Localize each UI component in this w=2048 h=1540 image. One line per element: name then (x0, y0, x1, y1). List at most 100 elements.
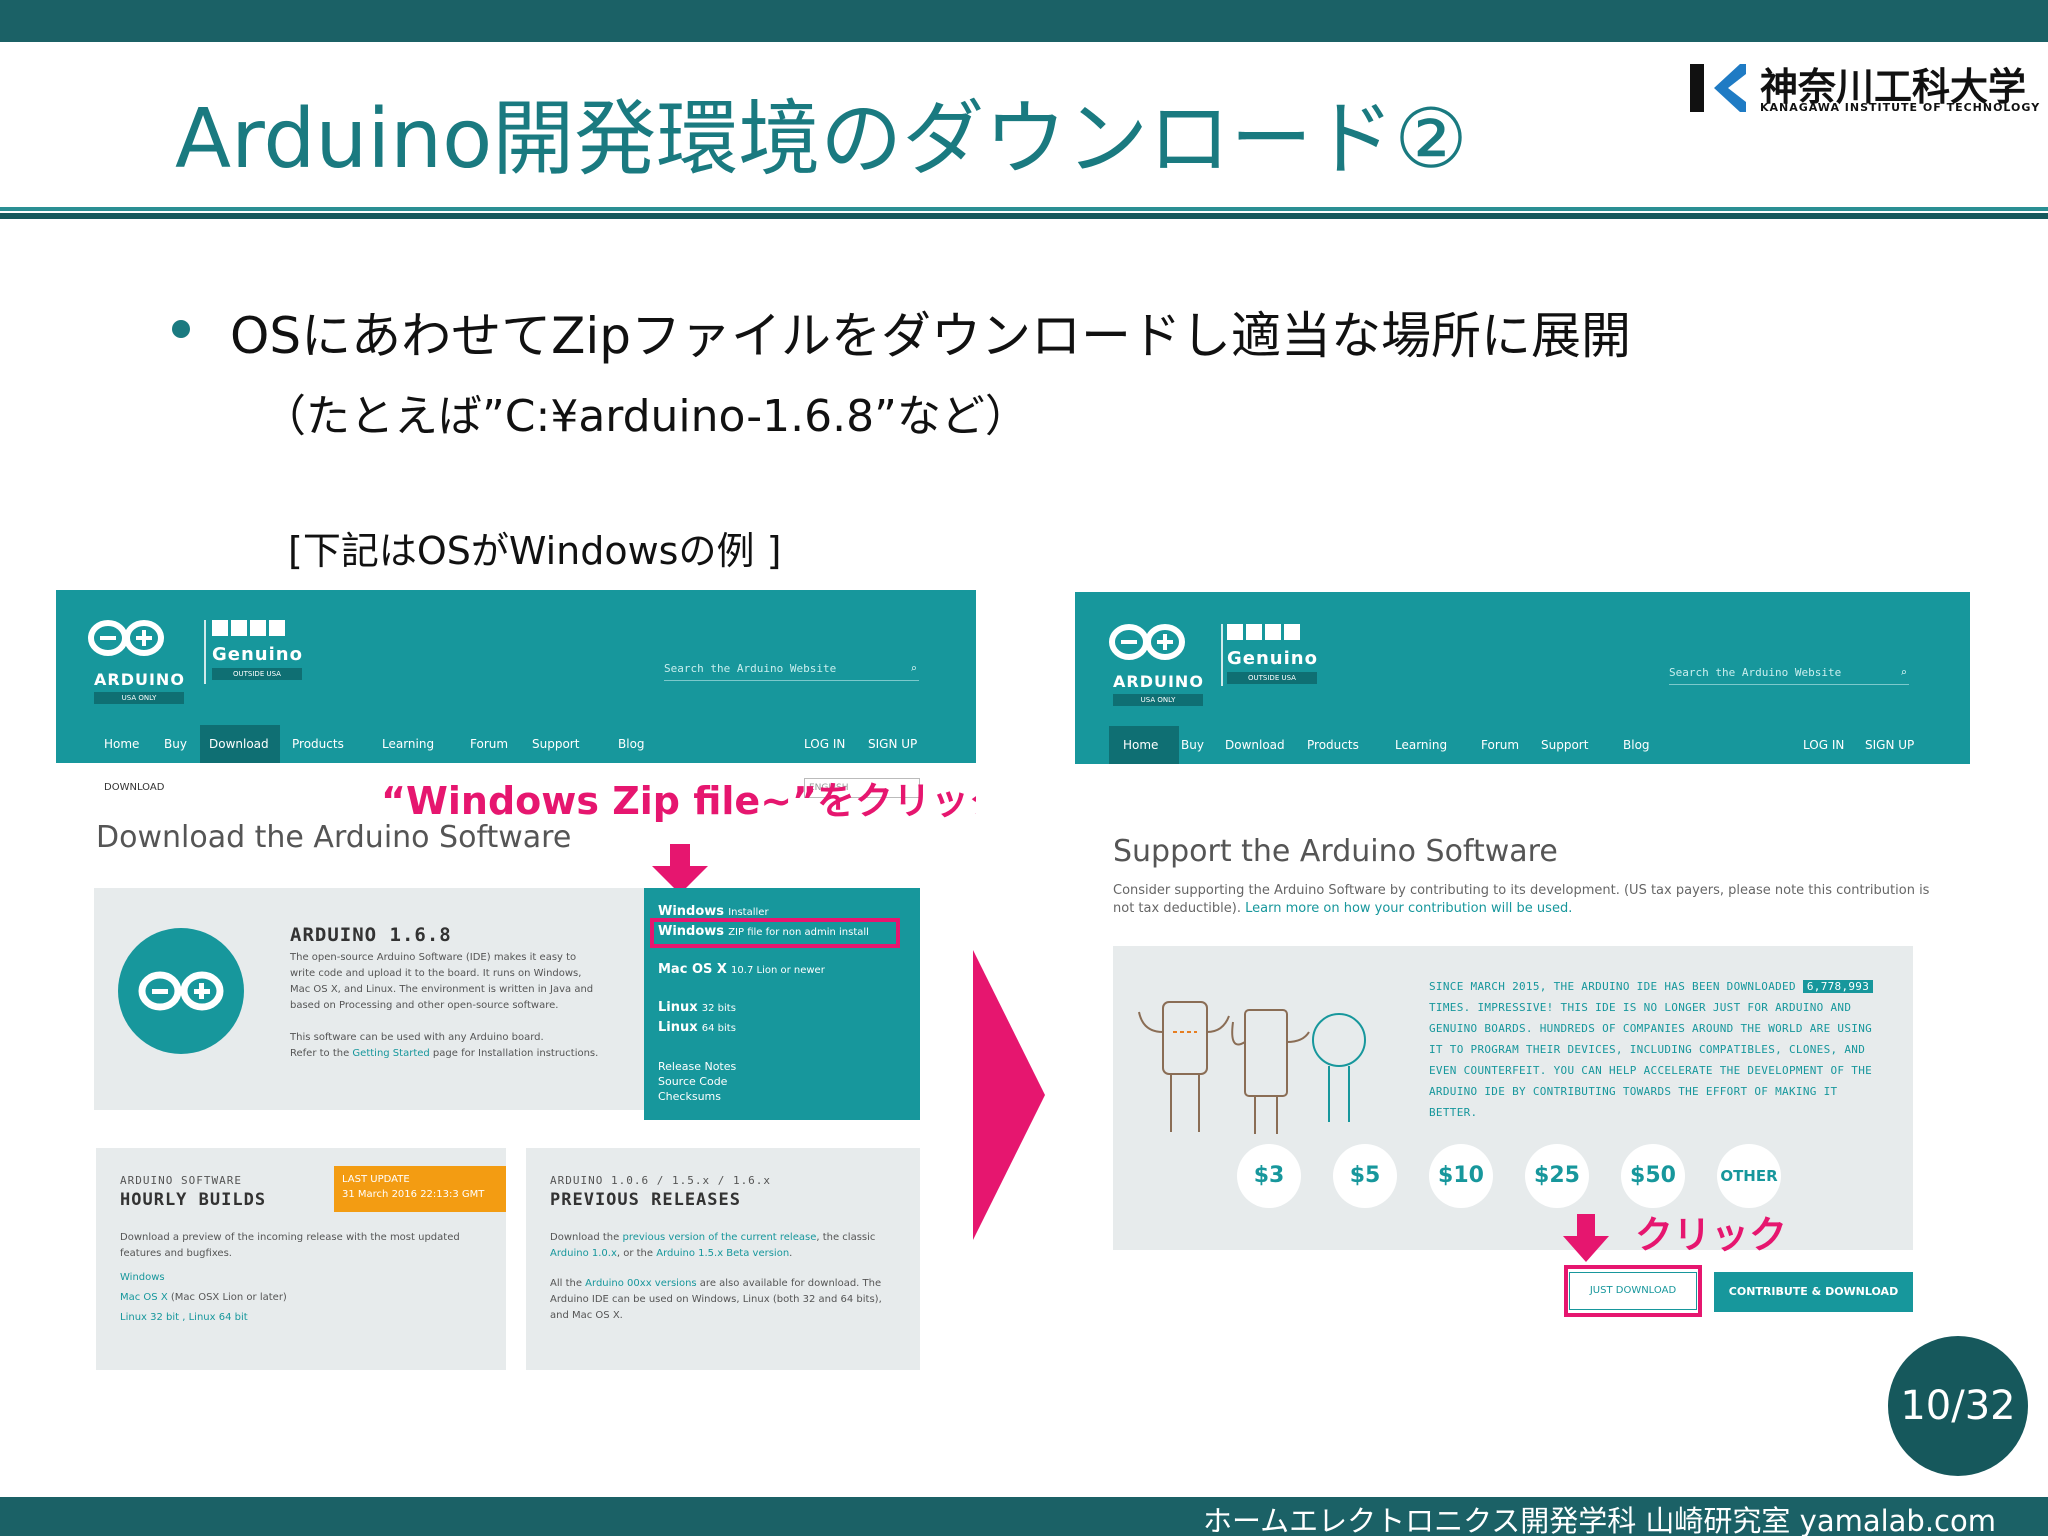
example-caption: [下記はOSがWindowsの例 ] (288, 529, 782, 573)
donate-50-button[interactable]: $50 (1621, 1144, 1685, 1208)
download-stats-text: SINCE MARCH 2015, THE ARDUINO IDE HAS BE… (1429, 976, 1889, 1123)
refer-text: Refer to the (290, 1048, 353, 1059)
arduino-15x-link[interactable]: Arduino 1.5.x Beta version (656, 1248, 789, 1259)
nav-forum[interactable]: Forum (470, 737, 508, 751)
arduino-10x-link[interactable]: Arduino 1.0.x (550, 1248, 617, 1259)
login-link[interactable]: LOG IN (804, 737, 845, 751)
footer-text: ホームエレクトロニクス開発学科 山崎研究室 yamalab.com (1202, 1504, 1996, 1538)
contribution-info-link[interactable]: Learn more on how your contribution will… (1245, 901, 1572, 916)
linux64-link[interactable]: Linux 64 bits (658, 1020, 736, 1035)
bullet-text: OSにあわせてZipファイルをダウンロードし適当な場所に展開 (230, 307, 1631, 365)
signup-link[interactable]: SIGN UP (868, 737, 917, 751)
bullet-dot (172, 320, 190, 338)
stats-text-b: TIMES. IMPRESSIVE! THIS IDE IS NO LONGER… (1429, 1001, 1873, 1119)
page-heading: Download the Arduino Software (96, 820, 572, 855)
boards-illustration-icon (1138, 1001, 1366, 1134)
hourly-description: Download a preview of the incoming relea… (120, 1232, 460, 1259)
search-input[interactable]: Search the Arduino Website ⌕ (664, 658, 919, 681)
version-title: ARDUINO 1.6.8 (290, 924, 452, 946)
nav-buy[interactable]: Buy (164, 737, 187, 751)
genuino-brand: Genuino (212, 644, 303, 665)
last-update-label: LAST UPDATE (342, 1174, 410, 1185)
nav-home[interactable]: Home (1123, 738, 1158, 752)
arduino-logo-icon (1109, 624, 1185, 660)
nav-learning[interactable]: Learning (1395, 738, 1447, 752)
support-heading: Support the Arduino Software (1113, 834, 1558, 869)
release-notes-link[interactable]: Release Notes (658, 1060, 736, 1073)
title-divider (0, 207, 2048, 211)
nav-home[interactable]: Home (104, 737, 139, 751)
donation-box: SINCE MARCH 2015, THE ARDUINO IDE HAS BE… (1113, 946, 1913, 1250)
search-input[interactable]: Search the Arduino Website ⌕ (1669, 662, 1909, 685)
last-update-badge: LAST UPDATE 31 March 2016 22:13:3 GMT (334, 1166, 506, 1212)
download-page-screenshot: ARDUINO USA ONLY Genuino OUTSIDE USA Sea… (56, 590, 976, 1390)
last-update-value: 31 March 2016 22:13:3 GMT (342, 1189, 485, 1200)
hourly-mac-link[interactable]: Mac OS X (Mac OSX Lion or later) (120, 1290, 287, 1306)
genuino-brand-sub: OUTSIDE USA (1227, 672, 1317, 684)
slide-title: Arduino開発環境のダウンロード② (175, 92, 1468, 187)
arduino-00xx-link[interactable]: Arduino 00xx versions (585, 1278, 696, 1289)
search-placeholder: Search the Arduino Website (664, 662, 837, 675)
nav-download[interactable]: Download (209, 737, 269, 751)
arduino-logo-icon (88, 620, 164, 656)
mac-link[interactable]: Mac OS X 10.7 Lion or newer (658, 962, 825, 977)
signup-link[interactable]: SIGN UP (1865, 738, 1914, 752)
nav-buy[interactable]: Buy (1181, 738, 1204, 752)
version-description: The open-source Arduino Software (IDE) m… (290, 952, 594, 1011)
main-nav: Home Buy Download Products Learning Foru… (1075, 726, 1970, 764)
donate-10-button[interactable]: $10 (1429, 1144, 1493, 1208)
logo-english: KANAGAWA INSTITUTE OF TECHNOLOGY (1760, 101, 2041, 114)
previous-title: PREVIOUS RELEASES (550, 1190, 741, 1210)
hourly-kicker: ARDUINO SOFTWARE (120, 1174, 242, 1187)
support-page-screenshot: ARDUINO USA ONLY Genuino OUTSIDE USA Sea… (1075, 592, 1970, 1322)
download-count: 6,778,993 (1802, 980, 1874, 993)
stats-text-a: SINCE MARCH 2015, THE ARDUINO IDE HAS BE… (1429, 980, 1796, 993)
arduino-header: ARDUINO USA ONLY Genuino OUTSIDE USA Sea… (56, 590, 976, 763)
hourly-windows-link[interactable]: Windows (120, 1270, 165, 1286)
hourly-linux-link[interactable]: Linux 32 bit , Linux 64 bit (120, 1310, 248, 1326)
arduino-header-right: ARDUINO USA ONLY Genuino OUTSIDE USA Sea… (1075, 592, 1970, 764)
windows-installer-link[interactable]: Windows Installer (658, 904, 769, 919)
nav-learning[interactable]: Learning (382, 737, 434, 751)
donate-3-button[interactable]: $3 (1237, 1144, 1301, 1208)
search-icon: ⌕ (910, 662, 917, 675)
search-icon: ⌕ (1900, 666, 1907, 679)
nav-forum[interactable]: Forum (1481, 738, 1519, 752)
checksums-link[interactable]: Checksums (658, 1090, 721, 1103)
windows-zip-highlight (650, 918, 900, 948)
arduino-infinity-icon (138, 971, 224, 1011)
arduino-circle-logo (118, 928, 244, 1054)
version-compat: This software can be used with any Ardui… (290, 1030, 600, 1062)
nav-products[interactable]: Products (1307, 738, 1359, 752)
arduino-brand-sub: USA ONLY (94, 692, 184, 704)
previous-releases-box: ARDUINO 1.0.6 / 1.5.x / 1.6.x PREVIOUS R… (526, 1148, 920, 1370)
nav-blog[interactable]: Blog (1623, 738, 1650, 752)
donate-5-button[interactable]: $5 (1333, 1144, 1397, 1208)
contribute-download-button[interactable]: CONTRIBUTE & DOWNLOAD (1714, 1272, 1913, 1312)
search-placeholder: Search the Arduino Website (1669, 666, 1842, 679)
nav-download[interactable]: Download (1225, 738, 1285, 752)
down-arrow-icon (652, 844, 708, 894)
hourly-builds-box: ARDUINO SOFTWARE HOURLY BUILDS LAST UPDA… (96, 1148, 506, 1370)
next-step-arrow-icon (973, 950, 1045, 1240)
genuino-brand-sub: OUTSIDE USA (212, 668, 302, 680)
compat-text: This software can be used with any Ardui… (290, 1032, 544, 1043)
donate-25-button[interactable]: $25 (1525, 1144, 1589, 1208)
getting-started-link[interactable]: Getting Started (352, 1048, 429, 1059)
source-code-link[interactable]: Source Code (658, 1075, 727, 1088)
arduino-brand: ARDUINO (1113, 672, 1204, 691)
breadcrumb[interactable]: DOWNLOAD (104, 782, 164, 793)
previous-version-link[interactable]: previous version of the current release (622, 1232, 816, 1243)
login-link[interactable]: LOG IN (1803, 738, 1844, 752)
nav-support[interactable]: Support (1541, 738, 1588, 752)
donate-other-button[interactable]: OTHER (1717, 1144, 1781, 1208)
nav-products[interactable]: Products (292, 737, 344, 751)
linux32-link[interactable]: Linux 32 bits (658, 1000, 736, 1015)
nav-support[interactable]: Support (532, 737, 579, 751)
previous-description-2: All the Arduino 00xx versions are also a… (550, 1278, 882, 1321)
refer-text-tail: page for Installation instructions. (429, 1048, 599, 1059)
arduino-brand: ARDUINO (94, 670, 185, 689)
previous-kicker: ARDUINO 1.0.6 / 1.5.x / 1.6.x (550, 1174, 772, 1187)
nav-blog[interactable]: Blog (618, 737, 645, 751)
genuino-symbols-icon (1227, 624, 1300, 644)
